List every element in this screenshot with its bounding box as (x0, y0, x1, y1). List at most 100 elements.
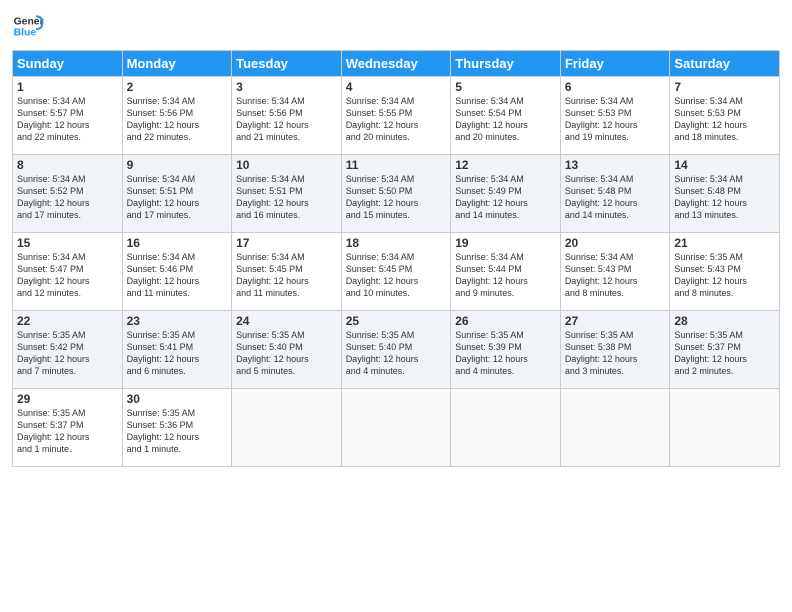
day-number: 7 (674, 80, 775, 94)
table-row: 30Sunrise: 5:35 AM Sunset: 5:36 PM Dayli… (122, 389, 232, 467)
table-row: 4Sunrise: 5:34 AM Sunset: 5:55 PM Daylig… (341, 77, 451, 155)
table-row: 29Sunrise: 5:35 AM Sunset: 5:37 PM Dayli… (13, 389, 123, 467)
day-info: Sunrise: 5:35 AM Sunset: 5:37 PM Dayligh… (17, 407, 118, 456)
day-number: 20 (565, 236, 666, 250)
calendar-week-row: 1Sunrise: 5:34 AM Sunset: 5:57 PM Daylig… (13, 77, 780, 155)
day-number: 21 (674, 236, 775, 250)
table-row: 18Sunrise: 5:34 AM Sunset: 5:45 PM Dayli… (341, 233, 451, 311)
table-row: 3Sunrise: 5:34 AM Sunset: 5:56 PM Daylig… (232, 77, 342, 155)
day-info: Sunrise: 5:34 AM Sunset: 5:53 PM Dayligh… (674, 95, 775, 144)
day-info: Sunrise: 5:34 AM Sunset: 5:56 PM Dayligh… (127, 95, 228, 144)
day-number: 19 (455, 236, 556, 250)
day-info: Sunrise: 5:35 AM Sunset: 5:36 PM Dayligh… (127, 407, 228, 456)
table-row: 14Sunrise: 5:34 AM Sunset: 5:48 PM Dayli… (670, 155, 780, 233)
day-number: 8 (17, 158, 118, 172)
day-number: 14 (674, 158, 775, 172)
col-saturday: Saturday (670, 51, 780, 77)
table-row: 7Sunrise: 5:34 AM Sunset: 5:53 PM Daylig… (670, 77, 780, 155)
calendar-week-row: 29Sunrise: 5:35 AM Sunset: 5:37 PM Dayli… (13, 389, 780, 467)
day-info: Sunrise: 5:34 AM Sunset: 5:51 PM Dayligh… (127, 173, 228, 222)
day-info: Sunrise: 5:34 AM Sunset: 5:52 PM Dayligh… (17, 173, 118, 222)
table-row: 10Sunrise: 5:34 AM Sunset: 5:51 PM Dayli… (232, 155, 342, 233)
day-info: Sunrise: 5:34 AM Sunset: 5:51 PM Dayligh… (236, 173, 337, 222)
col-monday: Monday (122, 51, 232, 77)
table-row: 9Sunrise: 5:34 AM Sunset: 5:51 PM Daylig… (122, 155, 232, 233)
day-number: 25 (346, 314, 447, 328)
day-info: Sunrise: 5:34 AM Sunset: 5:43 PM Dayligh… (565, 251, 666, 300)
day-info: Sunrise: 5:34 AM Sunset: 5:54 PM Dayligh… (455, 95, 556, 144)
table-row: 1Sunrise: 5:34 AM Sunset: 5:57 PM Daylig… (13, 77, 123, 155)
table-row: 28Sunrise: 5:35 AM Sunset: 5:37 PM Dayli… (670, 311, 780, 389)
table-row: 25Sunrise: 5:35 AM Sunset: 5:40 PM Dayli… (341, 311, 451, 389)
table-row (560, 389, 670, 467)
day-info: Sunrise: 5:35 AM Sunset: 5:38 PM Dayligh… (565, 329, 666, 378)
day-number: 22 (17, 314, 118, 328)
day-info: Sunrise: 5:34 AM Sunset: 5:48 PM Dayligh… (565, 173, 666, 222)
table-row: 20Sunrise: 5:34 AM Sunset: 5:43 PM Dayli… (560, 233, 670, 311)
table-row: 22Sunrise: 5:35 AM Sunset: 5:42 PM Dayli… (13, 311, 123, 389)
table-row (341, 389, 451, 467)
day-number: 13 (565, 158, 666, 172)
day-number: 23 (127, 314, 228, 328)
day-info: Sunrise: 5:34 AM Sunset: 5:44 PM Dayligh… (455, 251, 556, 300)
day-info: Sunrise: 5:34 AM Sunset: 5:50 PM Dayligh… (346, 173, 447, 222)
calendar-table: Sunday Monday Tuesday Wednesday Thursday… (12, 50, 780, 467)
day-info: Sunrise: 5:35 AM Sunset: 5:40 PM Dayligh… (236, 329, 337, 378)
main-container: General Blue Sunday Monday Tuesday Wedne… (0, 0, 792, 473)
col-sunday: Sunday (13, 51, 123, 77)
day-number: 11 (346, 158, 447, 172)
day-info: Sunrise: 5:34 AM Sunset: 5:45 PM Dayligh… (346, 251, 447, 300)
day-info: Sunrise: 5:34 AM Sunset: 5:45 PM Dayligh… (236, 251, 337, 300)
day-info: Sunrise: 5:35 AM Sunset: 5:43 PM Dayligh… (674, 251, 775, 300)
table-row: 15Sunrise: 5:34 AM Sunset: 5:47 PM Dayli… (13, 233, 123, 311)
day-info: Sunrise: 5:35 AM Sunset: 5:42 PM Dayligh… (17, 329, 118, 378)
logo: General Blue (12, 10, 48, 42)
calendar-header-row: Sunday Monday Tuesday Wednesday Thursday… (13, 51, 780, 77)
day-info: Sunrise: 5:35 AM Sunset: 5:39 PM Dayligh… (455, 329, 556, 378)
table-row: 17Sunrise: 5:34 AM Sunset: 5:45 PM Dayli… (232, 233, 342, 311)
day-info: Sunrise: 5:35 AM Sunset: 5:41 PM Dayligh… (127, 329, 228, 378)
day-number: 17 (236, 236, 337, 250)
svg-text:Blue: Blue (14, 28, 37, 39)
day-info: Sunrise: 5:34 AM Sunset: 5:55 PM Dayligh… (346, 95, 447, 144)
day-number: 10 (236, 158, 337, 172)
day-number: 18 (346, 236, 447, 250)
table-row (451, 389, 561, 467)
day-number: 12 (455, 158, 556, 172)
table-row: 6Sunrise: 5:34 AM Sunset: 5:53 PM Daylig… (560, 77, 670, 155)
day-info: Sunrise: 5:34 AM Sunset: 5:49 PM Dayligh… (455, 173, 556, 222)
col-wednesday: Wednesday (341, 51, 451, 77)
table-row: 2Sunrise: 5:34 AM Sunset: 5:56 PM Daylig… (122, 77, 232, 155)
day-number: 26 (455, 314, 556, 328)
table-row: 12Sunrise: 5:34 AM Sunset: 5:49 PM Dayli… (451, 155, 561, 233)
day-info: Sunrise: 5:34 AM Sunset: 5:47 PM Dayligh… (17, 251, 118, 300)
col-friday: Friday (560, 51, 670, 77)
day-number: 16 (127, 236, 228, 250)
calendar-week-row: 8Sunrise: 5:34 AM Sunset: 5:52 PM Daylig… (13, 155, 780, 233)
col-thursday: Thursday (451, 51, 561, 77)
day-number: 4 (346, 80, 447, 94)
day-info: Sunrise: 5:34 AM Sunset: 5:53 PM Dayligh… (565, 95, 666, 144)
day-info: Sunrise: 5:34 AM Sunset: 5:48 PM Dayligh… (674, 173, 775, 222)
day-number: 6 (565, 80, 666, 94)
calendar-week-row: 22Sunrise: 5:35 AM Sunset: 5:42 PM Dayli… (13, 311, 780, 389)
table-row (232, 389, 342, 467)
day-info: Sunrise: 5:35 AM Sunset: 5:40 PM Dayligh… (346, 329, 447, 378)
table-row: 24Sunrise: 5:35 AM Sunset: 5:40 PM Dayli… (232, 311, 342, 389)
table-row: 26Sunrise: 5:35 AM Sunset: 5:39 PM Dayli… (451, 311, 561, 389)
day-number: 3 (236, 80, 337, 94)
day-info: Sunrise: 5:34 AM Sunset: 5:56 PM Dayligh… (236, 95, 337, 144)
day-number: 24 (236, 314, 337, 328)
day-number: 9 (127, 158, 228, 172)
day-number: 5 (455, 80, 556, 94)
day-info: Sunrise: 5:34 AM Sunset: 5:46 PM Dayligh… (127, 251, 228, 300)
table-row: 23Sunrise: 5:35 AM Sunset: 5:41 PM Dayli… (122, 311, 232, 389)
day-info: Sunrise: 5:34 AM Sunset: 5:57 PM Dayligh… (17, 95, 118, 144)
col-tuesday: Tuesday (232, 51, 342, 77)
day-number: 27 (565, 314, 666, 328)
table-row: 27Sunrise: 5:35 AM Sunset: 5:38 PM Dayli… (560, 311, 670, 389)
table-row: 5Sunrise: 5:34 AM Sunset: 5:54 PM Daylig… (451, 77, 561, 155)
logo-icon: General Blue (12, 10, 44, 42)
day-number: 28 (674, 314, 775, 328)
header: General Blue (12, 10, 780, 42)
